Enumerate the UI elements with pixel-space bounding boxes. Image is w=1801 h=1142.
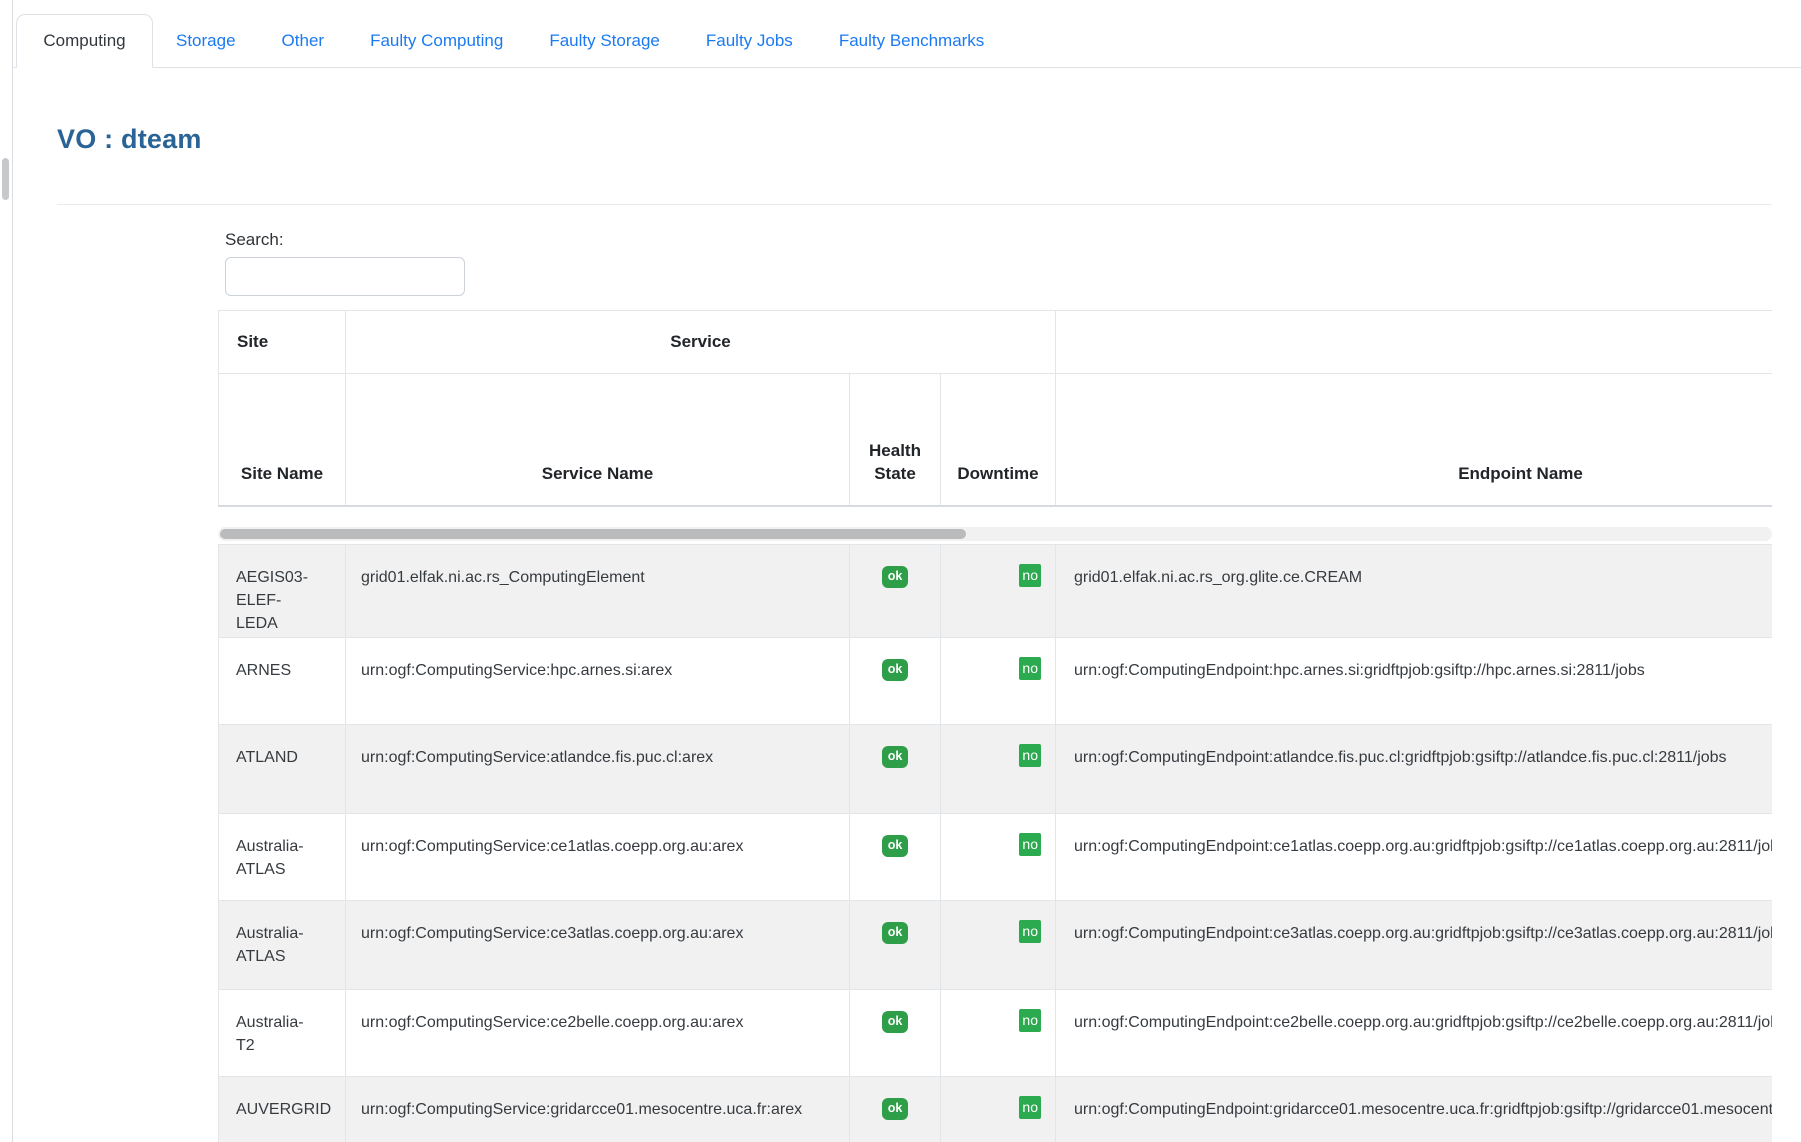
- table-row: AEGIS03-ELEF-LEDA grid01.elfak.ni.ac.rs_…: [219, 545, 1773, 638]
- group-header-service: Service: [346, 311, 1056, 374]
- service-name-cell: urn:ogf:ComputingService:ce2belle.coepp.…: [346, 990, 850, 1077]
- tab-faulty-computing[interactable]: Faulty Computing: [347, 14, 526, 67]
- horizontal-scrollbar[interactable]: [218, 527, 1772, 541]
- tab-other[interactable]: Other: [259, 14, 348, 67]
- downtime-no-badge: no: [1019, 833, 1041, 856]
- health-ok-badge: ok: [882, 566, 909, 588]
- endpoint-name-cell: urn:ogf:ComputingEndpoint:ce3atlas.coepp…: [1056, 901, 1773, 990]
- site-name-cell: AUVERGRID: [219, 1077, 346, 1142]
- downtime-no-badge: no: [1019, 920, 1041, 943]
- downtime-cell: no: [941, 901, 1056, 990]
- downtime-cell: no: [941, 638, 1056, 725]
- downtime-no-badge: no: [1019, 564, 1041, 587]
- downtime-cell: no: [941, 545, 1056, 638]
- downtime-cell: no: [941, 725, 1056, 814]
- service-name-cell: grid01.elfak.ni.ac.rs_ComputingElement: [346, 545, 850, 638]
- service-name-cell: urn:ogf:ComputingService:ce1atlas.coepp.…: [346, 814, 850, 901]
- column-header-downtime[interactable]: Downtime: [941, 374, 1056, 507]
- health-ok-badge: ok: [882, 1011, 909, 1033]
- group-header-site: Site: [219, 311, 346, 374]
- endpoint-name-cell: grid01.elfak.ni.ac.rs_org.glite.ce.CREAM: [1056, 545, 1773, 638]
- column-header-health-state[interactable]: Health State: [850, 374, 941, 507]
- downtime-cell: no: [941, 990, 1056, 1077]
- health-state-cell: ok: [850, 901, 941, 990]
- page-title: VO : dteam: [57, 124, 202, 155]
- column-header-endpoint-name[interactable]: Endpoint Name: [1056, 374, 1772, 507]
- site-name-cell: ARNES: [219, 638, 346, 725]
- table-row: ARNES urn:ogf:ComputingService:hpc.arnes…: [219, 638, 1773, 725]
- vertical-scrollbar-thumb[interactable]: [2, 158, 9, 200]
- endpoint-name-cell: urn:ogf:ComputingEndpoint:hpc.arnes.si:g…: [1056, 638, 1773, 725]
- downtime-no-badge: no: [1019, 1096, 1041, 1119]
- health-ok-badge: ok: [882, 835, 909, 857]
- search-label: Search:: [225, 230, 284, 250]
- tab-faulty-storage[interactable]: Faulty Storage: [526, 14, 683, 67]
- tab-storage[interactable]: Storage: [153, 14, 259, 67]
- tab-faulty-jobs[interactable]: Faulty Jobs: [683, 14, 816, 67]
- endpoint-name-cell: urn:ogf:ComputingEndpoint:atlandce.fis.p…: [1056, 725, 1773, 814]
- horizontal-scrollbar-thumb[interactable]: [220, 529, 966, 539]
- site-name-cell: ATLAND: [219, 725, 346, 814]
- endpoint-name-cell: urn:ogf:ComputingEndpoint:ce1atlas.coepp…: [1056, 814, 1773, 901]
- service-name-cell: urn:ogf:ComputingService:hpc.arnes.si:ar…: [346, 638, 850, 725]
- site-name-cell: Australia-T2: [219, 990, 346, 1077]
- health-state-cell: ok: [850, 990, 941, 1077]
- title-divider: [57, 204, 1772, 205]
- column-header-service-name[interactable]: Service Name: [346, 374, 850, 507]
- health-state-cell: ok: [850, 814, 941, 901]
- health-state-cell: ok: [850, 1077, 941, 1142]
- service-name-cell: urn:ogf:ComputingService:atlandce.fis.pu…: [346, 725, 850, 814]
- tab-computing[interactable]: Computing: [16, 14, 153, 68]
- search-input[interactable]: [225, 257, 465, 296]
- services-table: Site Service Site Name Service Name Heal…: [218, 310, 1772, 1142]
- health-ok-badge: ok: [882, 922, 909, 944]
- tab-faulty-benchmarks[interactable]: Faulty Benchmarks: [816, 14, 1008, 67]
- group-header-endpoint: [1056, 311, 1772, 374]
- table-row: Australia-ATLAS urn:ogf:ComputingService…: [219, 814, 1773, 901]
- group-header-row: Site Service: [219, 311, 1773, 374]
- downtime-cell: no: [941, 814, 1056, 901]
- column-header-row: Site Name Service Name Health State Down…: [219, 374, 1773, 507]
- health-ok-badge: ok: [882, 1098, 909, 1120]
- site-name-cell: AEGIS03-ELEF-LEDA: [219, 545, 346, 638]
- site-name-cell: Australia-ATLAS: [219, 814, 346, 901]
- downtime-no-badge: no: [1019, 657, 1041, 680]
- health-state-cell: ok: [850, 638, 941, 725]
- services-table-body: AEGIS03-ELEF-LEDA grid01.elfak.ni.ac.rs_…: [218, 544, 1772, 1142]
- table-row: Australia-ATLAS urn:ogf:ComputingService…: [219, 901, 1773, 990]
- services-table-header: Site Service Site Name Service Name Heal…: [218, 310, 1772, 507]
- vo-name: dteam: [121, 124, 202, 154]
- tab-bar: Computing Storage Other Faulty Computing…: [13, 14, 1801, 68]
- downtime-cell: no: [941, 1077, 1056, 1142]
- health-ok-badge: ok: [882, 659, 909, 681]
- column-header-site-name[interactable]: Site Name: [219, 374, 346, 507]
- health-state-cell: ok: [850, 725, 941, 814]
- downtime-no-badge: no: [1019, 1009, 1041, 1032]
- table-row: ATLAND urn:ogf:ComputingService:atlandce…: [219, 725, 1773, 814]
- health-state-cell: ok: [850, 545, 941, 638]
- downtime-no-badge: no: [1019, 744, 1041, 767]
- endpoint-name-cell: urn:ogf:ComputingEndpoint:gridarcce01.me…: [1056, 1077, 1773, 1142]
- vo-prefix: VO :: [57, 124, 113, 154]
- site-name-cell: Australia-ATLAS: [219, 901, 346, 990]
- endpoint-name-cell: urn:ogf:ComputingEndpoint:ce2belle.coepp…: [1056, 990, 1773, 1077]
- service-name-cell: urn:ogf:ComputingService:ce3atlas.coepp.…: [346, 901, 850, 990]
- health-ok-badge: ok: [882, 746, 909, 768]
- panel-left-border: [12, 0, 13, 1142]
- table-row: AUVERGRID urn:ogf:ComputingService:grida…: [219, 1077, 1773, 1142]
- table-row: Australia-T2 urn:ogf:ComputingService:ce…: [219, 990, 1773, 1077]
- service-name-cell: urn:ogf:ComputingService:gridarcce01.mes…: [346, 1077, 850, 1142]
